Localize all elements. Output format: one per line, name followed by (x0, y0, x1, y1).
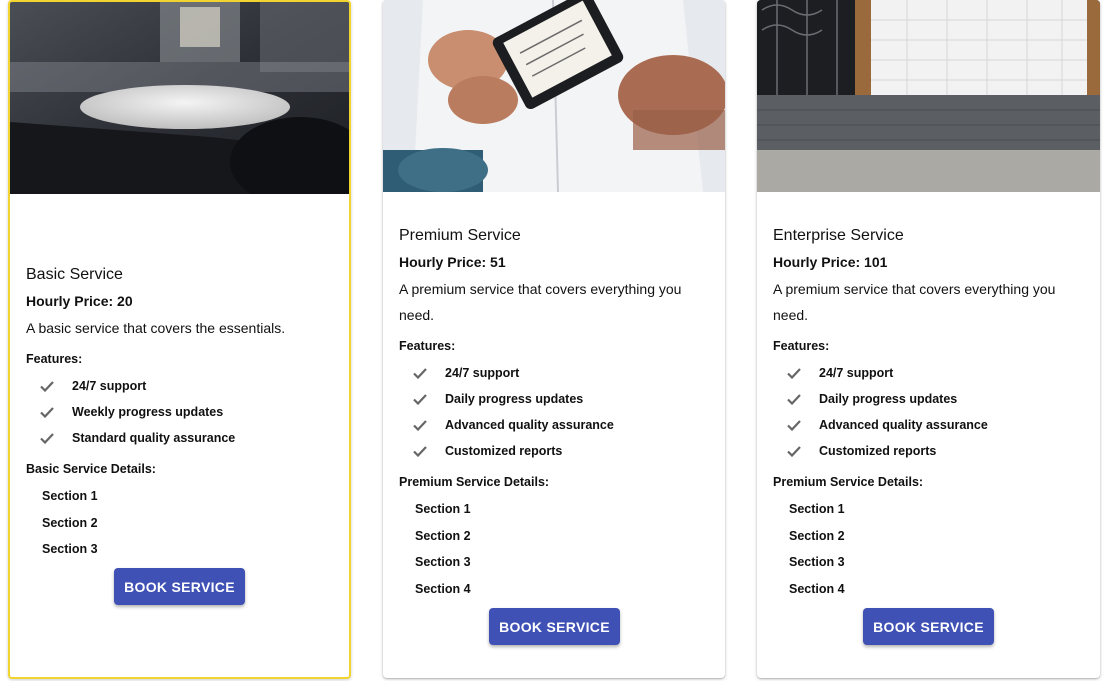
check-icon (787, 445, 807, 457)
feature-text: Daily progress updates (819, 392, 958, 406)
card-image-waiter-notepad (383, 0, 725, 192)
feature-item: Standard quality assurance (26, 425, 337, 451)
features-label: Features: (26, 352, 83, 366)
feature-item: 24/7 support (399, 360, 713, 386)
section-item[interactable]: Section 3 (399, 549, 713, 576)
check-icon (40, 432, 60, 444)
section-item[interactable]: Section 1 (399, 496, 713, 523)
book-service-button[interactable]: BOOK SERVICE (863, 608, 994, 645)
service-card-basic[interactable]: Basic Service Hourly Price: 20 A basic s… (8, 0, 351, 679)
check-icon (413, 445, 433, 457)
feature-text: Daily progress updates (445, 392, 584, 406)
features-list: 24/7 support Daily progress updates Adva… (773, 360, 1088, 464)
card-title: Premium Service (399, 227, 521, 244)
check-icon (413, 419, 433, 431)
section-item[interactable]: Section 2 (26, 510, 337, 537)
check-icon (413, 367, 433, 379)
features-list: 24/7 support Daily progress updates Adva… (399, 360, 713, 464)
sections-list: Section 1 Section 2 Section 3 Section 4 (773, 496, 1088, 602)
book-service-button[interactable]: BOOK SERVICE (114, 568, 245, 605)
section-item[interactable]: Section 3 (26, 536, 337, 563)
feature-text: 24/7 support (445, 366, 520, 380)
feature-text: Advanced quality assurance (445, 418, 614, 432)
card-image-desk-mouse (10, 2, 349, 194)
feature-item: 24/7 support (26, 373, 337, 399)
features-label: Features: (399, 339, 456, 353)
section-item[interactable]: Section 4 (399, 576, 713, 603)
section-item[interactable]: Section 4 (773, 576, 1088, 603)
section-item[interactable]: Section 2 (399, 523, 713, 550)
feature-text: Standard quality assurance (72, 431, 236, 445)
card-image-garage-door (757, 0, 1100, 192)
section-item[interactable]: Section 2 (773, 523, 1088, 550)
details-label: Premium Service Details: (399, 475, 550, 489)
service-card-premium[interactable]: Premium Service Hourly Price: 51 A premi… (383, 0, 725, 678)
sections-list: Section 1 Section 2 Section 3 Section 4 (399, 496, 713, 602)
feature-text: 24/7 support (72, 379, 147, 393)
feature-text: Customized reports (445, 444, 563, 458)
feature-text: Weekly progress updates (72, 405, 224, 419)
section-item[interactable]: Section 1 (773, 496, 1088, 523)
card-title: Enterprise Service (773, 227, 904, 244)
details-label: Premium Service Details: (773, 475, 924, 489)
card-description: A basic service that covers the essentia… (26, 320, 286, 336)
section-item[interactable]: Section 3 (773, 549, 1088, 576)
feature-item: Customized reports (399, 438, 713, 464)
section-item[interactable]: Section 1 (26, 483, 337, 510)
check-icon (40, 380, 60, 392)
feature-text: 24/7 support (819, 366, 894, 380)
check-icon (787, 393, 807, 405)
check-icon (40, 406, 60, 418)
card-description: A premium service that covers everything… (399, 281, 682, 323)
feature-item: Daily progress updates (399, 386, 713, 412)
feature-item: 24/7 support (773, 360, 1088, 386)
feature-item: Daily progress updates (773, 386, 1088, 412)
sections-list: Section 1 Section 2 Section 3 (26, 483, 337, 563)
hourly-price: Hourly Price: 51 (399, 254, 506, 270)
service-card-enterprise[interactable]: Enterprise Service Hourly Price: 101 A p… (757, 0, 1100, 678)
card-title: Basic Service (26, 266, 123, 283)
feature-text: Advanced quality assurance (819, 418, 988, 432)
feature-text: Customized reports (819, 444, 937, 458)
book-service-button[interactable]: BOOK SERVICE (489, 608, 620, 645)
features-label: Features: (773, 339, 830, 353)
check-icon (413, 393, 433, 405)
hourly-price: Hourly Price: 20 (26, 293, 133, 309)
feature-item: Advanced quality assurance (773, 412, 1088, 438)
card-description: A premium service that covers everything… (773, 281, 1056, 323)
check-icon (787, 367, 807, 379)
feature-item: Advanced quality assurance (399, 412, 713, 438)
details-label: Basic Service Details: (26, 462, 156, 476)
feature-item: Weekly progress updates (26, 399, 337, 425)
check-icon (787, 419, 807, 431)
features-list: 24/7 support Weekly progress updates Sta… (26, 373, 337, 451)
feature-item: Customized reports (773, 438, 1088, 464)
hourly-price: Hourly Price: 101 (773, 254, 888, 270)
